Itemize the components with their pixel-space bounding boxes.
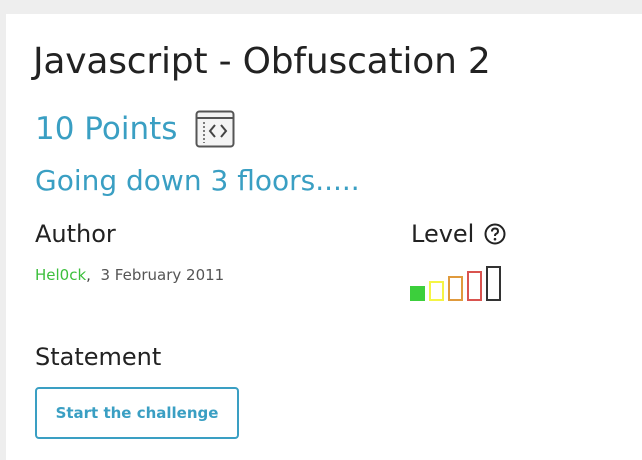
challenge-title: Javascript - Obfuscation 2 bbox=[33, 41, 491, 82]
author-heading: Author bbox=[35, 220, 116, 248]
author-name-link[interactable]: Hel0ck bbox=[35, 266, 86, 284]
start-challenge-button[interactable]: Start the challenge bbox=[35, 387, 239, 439]
level-heading: Level bbox=[411, 220, 506, 248]
question-circle-icon[interactable] bbox=[484, 223, 506, 245]
challenge-points: 10 Points bbox=[35, 111, 178, 147]
level-bar-4 bbox=[467, 271, 482, 301]
challenge-card: Javascript - Obfuscation 2 10 Points Goi… bbox=[6, 14, 642, 460]
author-info: Hel0ck, 3 February 2011 bbox=[35, 266, 224, 284]
level-bar-5 bbox=[486, 266, 501, 301]
level-heading-text: Level bbox=[411, 220, 475, 248]
level-indicator bbox=[410, 266, 501, 301]
code-window-icon bbox=[195, 110, 235, 148]
author-separator: , bbox=[86, 266, 91, 284]
points-row: 10 Points bbox=[35, 110, 235, 148]
level-bar-1 bbox=[410, 286, 425, 301]
challenge-subtitle: Going down 3 floors..... bbox=[35, 164, 360, 197]
statement-heading: Statement bbox=[35, 343, 162, 371]
level-bar-2 bbox=[429, 281, 444, 301]
author-date: 3 February 2011 bbox=[100, 266, 225, 284]
level-bar-3 bbox=[448, 276, 463, 301]
